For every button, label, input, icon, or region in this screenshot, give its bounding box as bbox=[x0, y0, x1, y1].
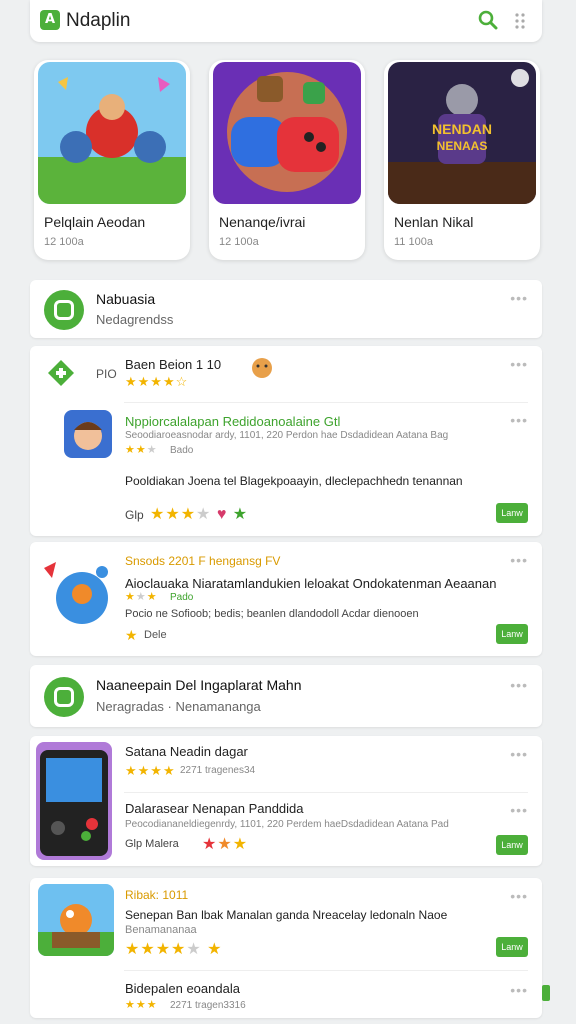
more-options-icon[interactable]: ••• bbox=[510, 356, 528, 372]
divider bbox=[124, 402, 528, 403]
divider bbox=[124, 792, 528, 793]
more-options-icon[interactable]: ••• bbox=[510, 888, 528, 904]
game-list-card: Snsods 2201 F hengansg FV Aioclauaka Nia… bbox=[30, 542, 542, 656]
rating-stars: ★ bbox=[125, 627, 139, 643]
list-item-meta: 2271 tragen3316 bbox=[170, 1000, 246, 1011]
list-item-title[interactable]: Nppiorcalalapan Redidoanoalaine Gtl bbox=[125, 414, 340, 429]
category-icon bbox=[44, 677, 84, 717]
list-item-prefix: PIO bbox=[96, 367, 117, 381]
install-button[interactable]: Lanw bbox=[496, 835, 528, 855]
featured-title: Pelqlain Aeodan bbox=[44, 214, 146, 230]
featured-subtitle: 12 100a bbox=[219, 236, 259, 248]
list-item-title[interactable]: Satana Neadin dagar bbox=[125, 744, 248, 759]
more-options-icon[interactable]: ••• bbox=[510, 746, 528, 762]
game-thumbnail[interactable] bbox=[40, 550, 114, 630]
section-subtitle: Neragradas · Nenamananga bbox=[96, 699, 261, 714]
search-icon[interactable] bbox=[478, 10, 498, 30]
list-item-subtitle: Benamananaa bbox=[125, 924, 197, 936]
list-item-title[interactable]: Ribak: 1011 bbox=[125, 888, 188, 902]
game-list-card: Ribak: 1011 Senepan Ban lbak Manalan gan… bbox=[30, 878, 542, 1018]
rating-stars: ★★★★★ ★ bbox=[125, 941, 223, 958]
app-logo-icon: A bbox=[40, 10, 60, 30]
game-thumbnail[interactable] bbox=[64, 410, 112, 458]
list-item-title[interactable]: Baen Beion 1 10 bbox=[125, 357, 221, 372]
install-button[interactable]: Lanw bbox=[496, 624, 528, 644]
rating-stars: ★★★ bbox=[202, 836, 249, 853]
game-thumbnail[interactable] bbox=[38, 884, 114, 956]
featured-card[interactable]: NENDAN NENAAS Nenlan Nikal 11 100a bbox=[384, 60, 540, 260]
list-item-label: Glp bbox=[125, 508, 144, 522]
section-title: Naaneepain Del Ingaplarat Mahn bbox=[96, 677, 302, 693]
divider bbox=[124, 970, 528, 971]
featured-card[interactable]: Nenanqe/ivrai 12 100a bbox=[209, 60, 365, 260]
featured-title: Nenanqe/ivrai bbox=[219, 214, 306, 230]
game-artwork bbox=[213, 62, 361, 204]
list-item-title[interactable]: Snsods 2201 F hengansg FV bbox=[125, 554, 280, 568]
section-title: Nabuasia bbox=[96, 291, 156, 307]
more-options-icon[interactable] bbox=[514, 12, 526, 30]
list-item-description: Pocio ne Sofioob; bedis; beanlen dlandod… bbox=[125, 608, 419, 620]
gamepad-icon bbox=[48, 360, 74, 386]
game-artwork: NENDAN NENAAS bbox=[388, 62, 536, 204]
rating-stars: ★★★ bbox=[125, 591, 158, 603]
featured-title: Nenlan Nikal bbox=[394, 214, 474, 230]
section-header[interactable]: Naaneepain Del Ingaplarat Mahn Neragrada… bbox=[30, 665, 542, 727]
featured-subtitle: 11 100a bbox=[394, 236, 433, 248]
more-options-icon[interactable]: ••• bbox=[510, 982, 528, 998]
game-artwork bbox=[38, 62, 186, 204]
emoji-face-icon bbox=[252, 358, 272, 378]
game-list-card: PIO Baen Beion 1 10 ★★★★☆ ••• Nppiorcala… bbox=[30, 346, 542, 536]
featured-card[interactable]: Pelqlain Aeodan 12 100a bbox=[34, 60, 190, 260]
list-item-meta: Pado bbox=[170, 592, 194, 603]
list-item-meta: 2271 tragenes34 bbox=[180, 765, 256, 776]
list-item-description: Seoodiaroeasnodar ardy, 1101, 220 Perdon… bbox=[125, 430, 449, 441]
app-title: Ndaplin bbox=[66, 10, 131, 31]
list-item-title[interactable]: Dalarasear Nenapan Panddida bbox=[125, 801, 304, 816]
install-button[interactable]: Lanw bbox=[496, 503, 528, 523]
list-item-description: Senepan Ban lbak Manalan ganda Nreacelay… bbox=[125, 908, 448, 922]
install-button[interactable]: Lanw bbox=[496, 937, 528, 957]
section-header[interactable]: Nabuasia Nedagrendss ••• bbox=[30, 280, 542, 338]
app-header: A Ndaplin bbox=[30, 0, 542, 42]
more-options-icon[interactable]: ••• bbox=[510, 412, 528, 428]
rating-stars: ★★★★ ♥ ★ bbox=[150, 506, 249, 523]
featured-subtitle: 12 100a bbox=[44, 236, 84, 248]
rating-stars: ★★★★☆ bbox=[125, 374, 189, 389]
rating-stars: ★★★ bbox=[125, 999, 158, 1011]
more-options-icon[interactable]: ••• bbox=[510, 677, 528, 693]
section-subtitle: Nedagrendss bbox=[96, 312, 174, 327]
list-item-description: Peocodiananeldiegenrdy, 1101, 220 Perdem… bbox=[125, 819, 449, 830]
scroll-indicator[interactable] bbox=[542, 985, 550, 1001]
artwork-logo-text: NENAAS bbox=[437, 139, 488, 153]
list-item-meta: Bado bbox=[170, 445, 194, 456]
rating-stars: ★★★ bbox=[125, 444, 158, 456]
game-list-card: Satana Neadin dagar ★★★★ 2271 tragenes34… bbox=[30, 736, 542, 866]
list-item-label: Glp Malera bbox=[125, 838, 179, 850]
more-options-icon[interactable]: ••• bbox=[510, 552, 528, 568]
rating-stars: ★★★★ bbox=[125, 763, 176, 778]
game-thumbnail[interactable] bbox=[36, 742, 112, 860]
list-item-description: Pooldiakan Joena tel Blagekpoaayin, dlec… bbox=[125, 474, 463, 488]
artwork-logo-text: NENDAN bbox=[432, 121, 492, 137]
more-options-icon[interactable]: ••• bbox=[510, 290, 528, 306]
more-options-icon[interactable]: ••• bbox=[510, 802, 528, 818]
category-icon bbox=[44, 290, 84, 330]
list-item-description: Aioclauaka Niaratamlandukien leloakat On… bbox=[125, 576, 497, 591]
list-item-title[interactable]: Bidepalen eoandala bbox=[125, 981, 240, 996]
list-item-label: Dele bbox=[144, 629, 167, 641]
